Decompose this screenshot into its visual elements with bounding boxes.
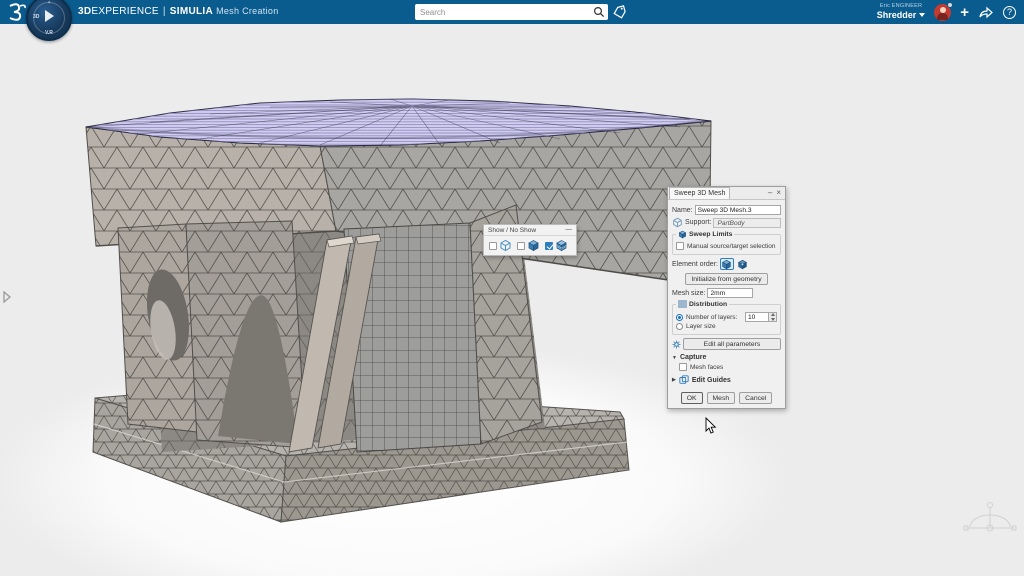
initialize-from-geometry-button[interactable]: Initialize from geometry [685,273,767,285]
layer-size-label: Layer size [686,323,716,330]
play-icon [45,10,54,22]
palette-minimize-icon[interactable]: — [566,227,573,234]
palette-body [484,236,576,255]
ok-button[interactable]: OK [681,392,703,404]
layers-spinner [745,312,777,322]
page-name: Mesh Creation [216,6,278,16]
number-of-layers-label: Number of layers: [686,314,737,321]
help-button[interactable]: ? [1003,6,1016,19]
brand-bold: 3D [78,6,91,17]
layers-input[interactable] [745,312,769,322]
add-button[interactable]: + [960,5,969,20]
wireframe-visibility-group [489,239,512,252]
capture-title: Capture [680,354,706,361]
mesh-size-input[interactable] [707,288,753,298]
edit-guides-section-header[interactable]: ▶ Edit Guides [672,375,781,385]
spin-down-icon[interactable] [771,318,775,321]
mesh-model [86,99,711,522]
application-window: ✦ 3D V.R 3DEXPERIENCE|SIMULIA Mesh Creat… [0,0,1024,576]
distribution-layers-icon [678,300,687,308]
left-pillar [118,224,197,432]
manual-selection-checkbox[interactable] [676,242,684,250]
name-input[interactable] [695,205,781,215]
wireframe-visibility-checkbox[interactable] [489,242,497,250]
avatar-head-icon [940,7,946,13]
linear-element-cube-icon [721,259,732,270]
status-dot [947,2,953,8]
manual-selection-label: Manual source/target selection [687,243,776,250]
sweep-limits-icon [678,230,687,239]
3d-viewport[interactable] [0,0,1024,576]
search-icon[interactable] [592,5,606,19]
tag-icon[interactable] [612,4,628,20]
sweep-limits-title: Sweep Limits [689,231,732,238]
avatar-body-icon [937,13,948,20]
layer-size-radio[interactable] [676,323,683,330]
solid-cube-icon[interactable] [527,239,540,252]
product-name: SIMULIA [170,6,213,17]
palette-titlebar[interactable]: Show / No Show — [484,225,576,236]
close-icon[interactable]: × [776,189,781,197]
cancel-button[interactable]: Cancel [739,392,772,404]
mesh-visibility-checkbox[interactable] [545,242,553,250]
dialog-actions: OK Mesh Cancel [671,390,782,404]
quadratic-element-cube-icon [737,259,748,270]
title-separator: | [163,6,166,17]
user-avatar[interactable] [934,4,951,21]
brand-rest: EXPERIENCE [91,6,158,17]
solid-visibility-checkbox[interactable] [517,242,525,250]
mouse-cursor-icon [704,417,718,437]
panel-expander-icon[interactable] [1,289,13,305]
user-identity[interactable]: Eric ENGINEER Shredder [877,4,926,20]
section-expanded-icon: ▼ [672,355,677,361]
mesh-visibility-group [545,239,568,252]
name-label: Name: [672,207,693,214]
edit-all-parameters-button[interactable]: Edit all parameters [683,338,781,350]
mesh-size-label: Mesh size: [672,290,705,297]
wireframe-cube-icon[interactable] [499,239,512,252]
view-rotation-gizmo[interactable] [960,495,1020,550]
search-input[interactable] [415,8,592,17]
element-order-linear-option[interactable] [720,258,734,270]
app-title: 3DEXPERIENCE | SIMULIA Mesh Creation [78,6,279,17]
sweep-limits-group: Sweep Limits Manual source/target select… [672,234,781,255]
mesh-faces-label: Mesh faces [690,364,723,371]
mesh-cube-icon[interactable] [555,239,568,252]
show-noshow-palette: Show / No Show — [483,224,577,256]
support-value[interactable]: PartBody [713,218,781,228]
arch-face [186,221,306,448]
section-collapsed-icon: ▶ [672,377,676,383]
user-role-label: Eric ENGINEER [877,4,926,10]
3ds-logo-icon[interactable] [6,2,28,22]
top-bar: ✦ 3D V.R 3DEXPERIENCE|SIMULIA Mesh Creat… [0,0,1024,24]
share-icon[interactable] [978,5,994,19]
minimize-icon[interactable]: – [768,189,772,197]
mesh-button[interactable]: Mesh [707,392,736,404]
element-order-label: Element order: [672,261,718,268]
edit-guides-icon [679,375,689,385]
compass-3d-label: 3D [33,14,39,20]
compass-north-icon: ✦ [47,0,51,6]
support-cube-icon [672,217,683,228]
edit-guides-label: Edit Guides [692,377,731,384]
edit-parameters-icon [672,340,681,349]
distribution-group: Distribution Number of layers: [672,304,781,335]
dialog-titlebar[interactable]: Sweep 3D Mesh – × [668,187,785,200]
palette-title: Show / No Show [488,227,536,234]
mesh-faces-checkbox[interactable] [679,363,687,371]
search-bar [415,4,608,20]
workspace-name: Shredder [877,11,917,20]
sweep-3d-mesh-dialog: Sweep 3D Mesh – × Name: Support: PartBod… [667,186,786,409]
solid-visibility-group [517,239,540,252]
spin-up-icon[interactable] [771,313,775,316]
compass-vr-label: V.R [45,30,53,36]
distribution-title: Distribution [689,301,727,308]
topbar-user-cluster: Eric ENGINEER Shredder + ? [877,0,1016,24]
capture-section-header[interactable]: ▼ Capture [672,354,781,361]
number-of-layers-radio[interactable] [676,314,683,321]
chevron-down-icon [919,13,925,17]
element-order-quadratic-option[interactable] [736,258,750,270]
dialog-title: Sweep 3D Mesh [669,187,730,199]
support-label: Support: [685,219,711,226]
